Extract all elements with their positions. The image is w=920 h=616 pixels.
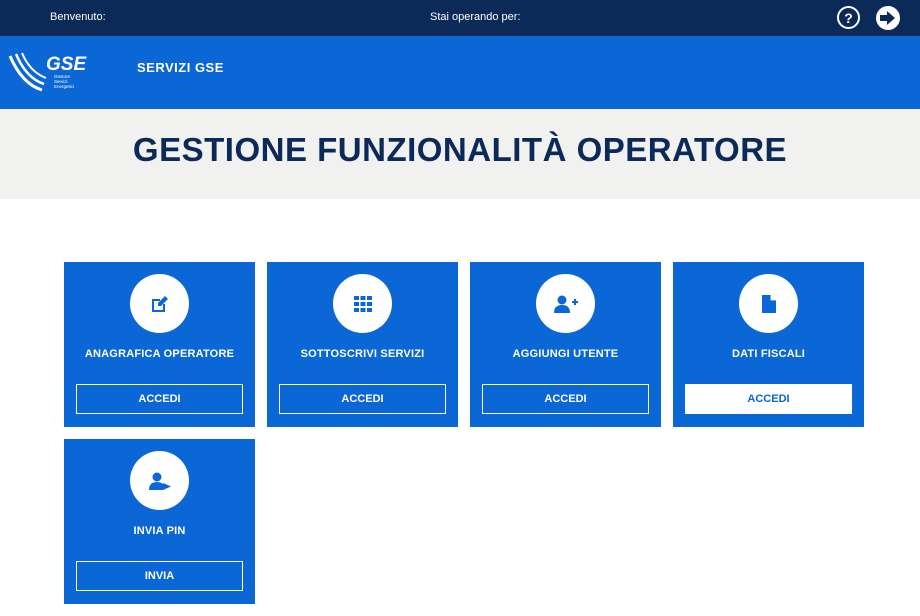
logo-text: GSE — [46, 54, 87, 75]
anagrafica-accedi-button[interactable]: ACCEDI — [76, 384, 243, 414]
title-band: GESTIONE FUNZIONALITÀ OPERATORE — [0, 109, 920, 199]
card-title: ANAGRAFICA OPERATORE — [84, 348, 235, 360]
top-bar: Benvenuto: Stai operando per: ? — [0, 0, 920, 36]
add-user-icon — [553, 295, 578, 313]
dati-fiscali-accedi-button[interactable]: ACCEDI — [685, 384, 852, 414]
grid-icon — [353, 295, 372, 312]
welcome-text: Benvenuto: — [50, 11, 106, 23]
card-invia-pin: INVIA PIN INVIA — [64, 439, 255, 604]
card-icon-circle — [333, 274, 392, 333]
invia-pin-button[interactable]: INVIA — [76, 561, 243, 591]
card-icon-circle — [130, 274, 189, 333]
main-header: GSE Gestore Servizi Energetici SERVIZI G… — [0, 36, 920, 109]
document-icon — [761, 294, 776, 313]
card-icon-circle — [536, 274, 595, 333]
card-aggiungi-utente: AGGIUNGI UTENTE ACCEDI — [470, 262, 661, 427]
card-anagrafica-operatore: ANAGRAFICA OPERATORE ACCEDI — [64, 262, 255, 427]
operating-for-text: Stai operando per: — [430, 11, 521, 23]
page-title: GESTIONE FUNZIONALITÀ OPERATORE — [132, 131, 788, 168]
card-dati-fiscali: DATI FISCALI ACCEDI — [673, 262, 864, 427]
user-send-icon — [148, 472, 171, 490]
gse-logo[interactable]: GSE Gestore Servizi Energetici — [8, 50, 90, 96]
edit-icon — [151, 295, 168, 312]
card-title: SOTTOSCRIVI SERVIZI — [300, 348, 425, 360]
logo-sub-3: Energetici — [54, 84, 74, 89]
card-title: INVIA PIN — [133, 525, 186, 537]
card-title: AGGIUNGI UTENTE — [512, 348, 619, 360]
card-title: DATI FISCALI — [731, 348, 806, 360]
help-icon[interactable]: ? — [837, 6, 860, 29]
card-sottoscrivi-servizi: SOTTOSCRIVI SERVIZI ACCEDI — [267, 262, 458, 427]
services-gse-link[interactable]: SERVIZI GSE — [137, 60, 224, 75]
card-icon-circle — [739, 274, 798, 333]
logout-icon[interactable] — [875, 5, 901, 31]
card-icon-circle — [130, 451, 189, 510]
sottoscrivi-accedi-button[interactable]: ACCEDI — [279, 384, 446, 414]
aggiungi-accedi-button[interactable]: ACCEDI — [482, 384, 649, 414]
